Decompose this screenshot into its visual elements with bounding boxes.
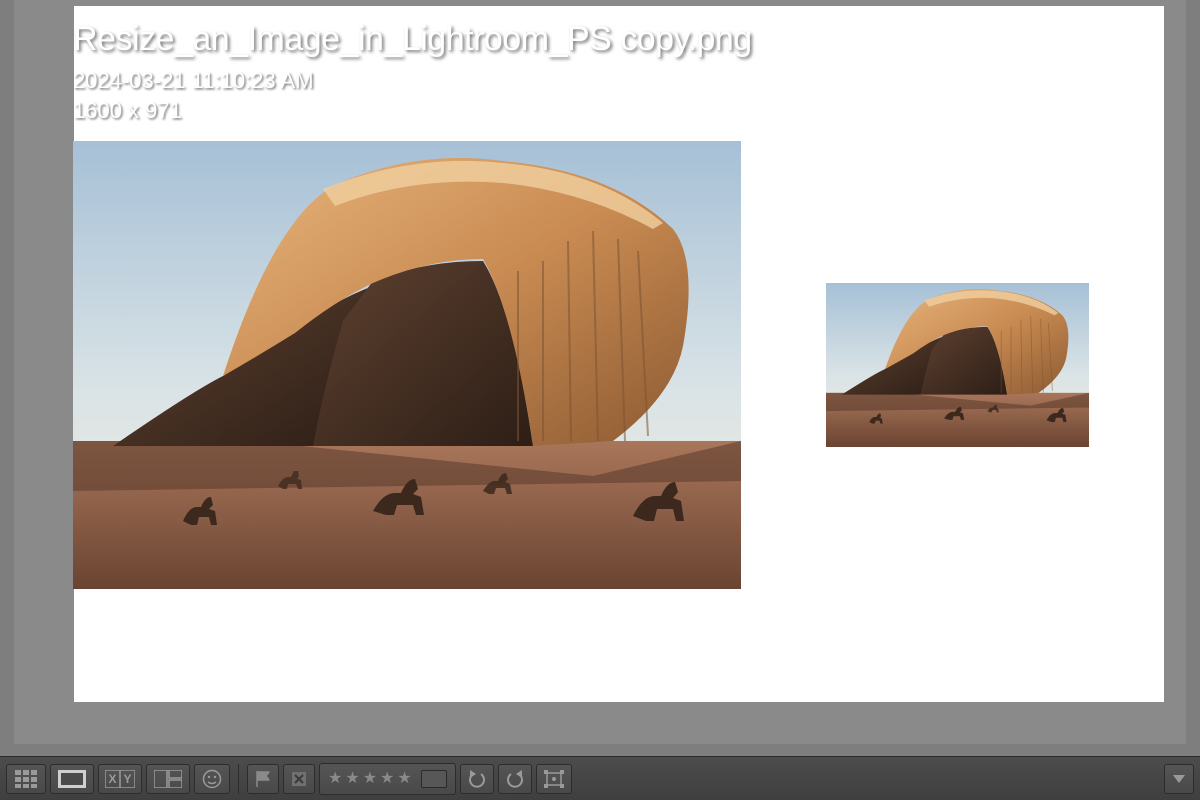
preview-image-small (826, 283, 1089, 447)
toolbar-separator (238, 764, 239, 794)
survey-view-button[interactable] (146, 764, 190, 794)
compare-view-button[interactable]: X Y (98, 764, 142, 794)
preview-image-large (73, 141, 741, 589)
star-rating[interactable]: ★ ★ ★ ★ ★ (319, 763, 456, 795)
chevron-down-icon (1173, 775, 1185, 783)
rotate-ccw-button[interactable] (460, 764, 494, 794)
sync-icon (543, 769, 565, 789)
app-frame: Resize_an_Image_in_Lightroom_PS copy.png… (0, 0, 1200, 756)
rotate-cw-icon (505, 770, 525, 788)
image-filename: Resize_an_Image_in_Lightroom_PS copy.png (73, 22, 752, 58)
svg-text:X: X (108, 772, 116, 786)
color-label-chip[interactable] (421, 770, 447, 788)
survey-icon (154, 770, 182, 788)
loupe-icon (58, 770, 86, 788)
flag-picked-button[interactable] (247, 764, 279, 794)
star-3-icon[interactable]: ★ (363, 771, 377, 787)
flag-rejected-button[interactable] (283, 764, 315, 794)
grid-icon (15, 770, 37, 788)
rotate-ccw-icon (467, 770, 487, 788)
rotate-cw-button[interactable] (498, 764, 532, 794)
star-4-icon[interactable]: ★ (380, 771, 394, 787)
star-1-icon[interactable]: ★ (328, 771, 342, 787)
image-dimensions: 1600 x 971 (73, 98, 752, 124)
star-2-icon[interactable]: ★ (345, 771, 359, 787)
compare-xy-icon: X Y (105, 770, 135, 788)
svg-text:Y: Y (123, 772, 131, 786)
reject-icon (291, 771, 307, 787)
people-view-button[interactable] (194, 764, 230, 794)
face-icon (202, 769, 222, 789)
image-info-overlay: Resize_an_Image_in_Lightroom_PS copy.png… (73, 22, 752, 124)
toolbar-menu-button[interactable] (1164, 764, 1194, 794)
sync-settings-button[interactable] (536, 764, 572, 794)
loupe-view-button[interactable] (50, 764, 94, 794)
star-5-icon[interactable]: ★ (397, 771, 411, 787)
flag-icon (255, 770, 271, 788)
bottom-toolbar: X Y ★ ★ ★ ★ ★ (0, 756, 1200, 800)
image-timestamp: 2024-03-21 11:10:23 AM (73, 68, 752, 94)
grid-view-button[interactable] (6, 764, 46, 794)
